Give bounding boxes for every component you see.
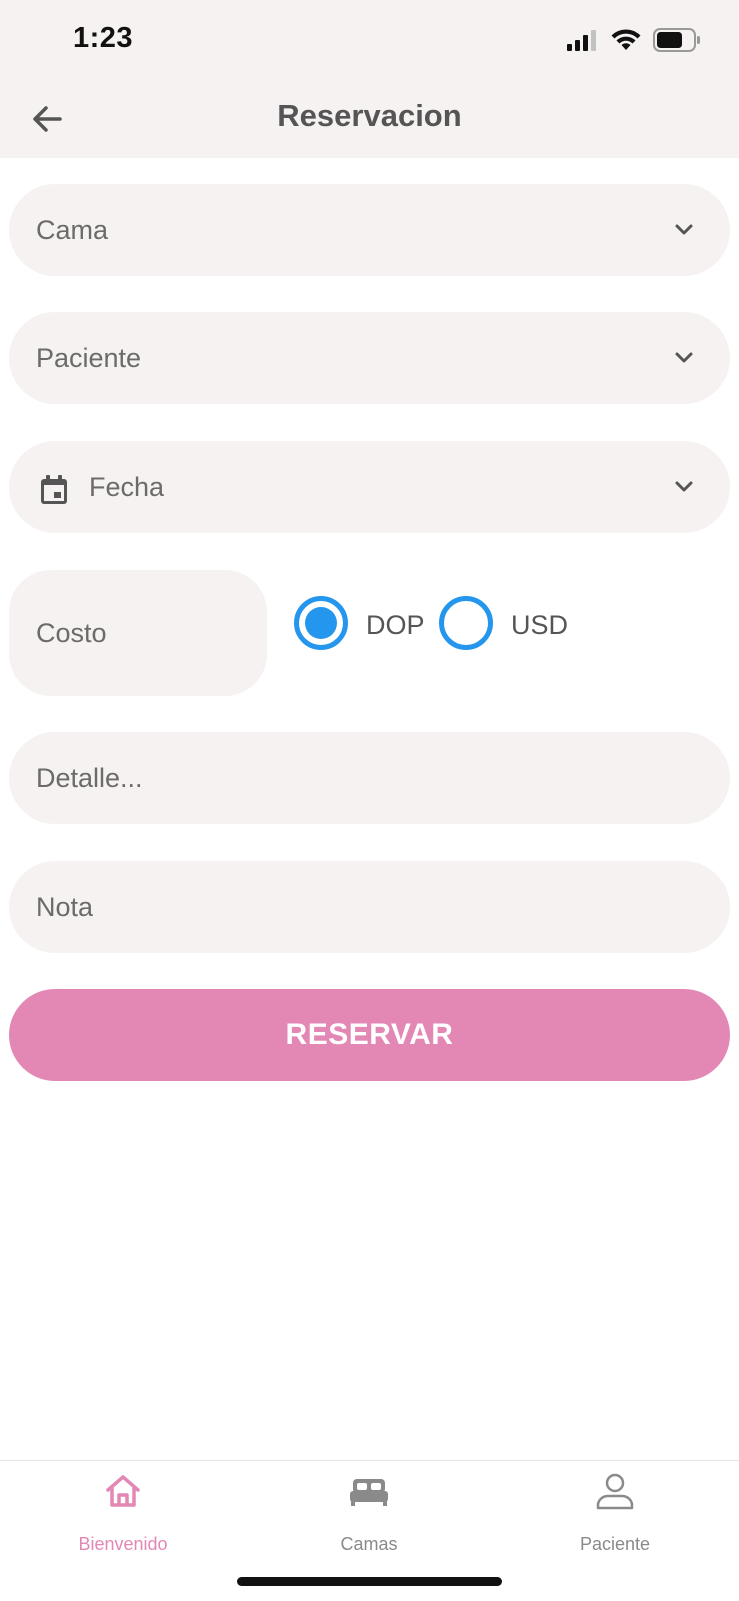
- bed-icon: [350, 1479, 388, 1506]
- status-time: 1:23: [73, 22, 134, 54]
- chevron-down-icon: [675, 352, 693, 363]
- cama-dropdown[interactable]: Cama: [9, 184, 730, 276]
- tab-camas-label: Camas: [340, 1534, 398, 1554]
- detalle-placeholder: Detalle...: [36, 763, 143, 793]
- nota-placeholder: Nota: [36, 892, 94, 922]
- status-icons: [567, 28, 701, 52]
- home-indicator[interactable]: [237, 1577, 502, 1586]
- person-icon: [596, 1473, 634, 1510]
- nota-input[interactable]: Nota: [9, 861, 730, 953]
- status-bar: 1:23: [0, 0, 739, 80]
- radio-dop-label[interactable]: DOP: [366, 610, 425, 641]
- wifi-icon: [611, 29, 641, 50]
- costo-input[interactable]: Costo: [9, 570, 267, 696]
- fecha-date-picker[interactable]: Fecha: [9, 441, 730, 533]
- reservar-button[interactable]: RESERVAR: [9, 989, 730, 1081]
- tab-paciente[interactable]: Paciente: [515, 1461, 715, 1561]
- radio-dop[interactable]: [294, 596, 348, 650]
- tab-bienvenido[interactable]: Bienvenido: [23, 1461, 223, 1561]
- fecha-label: Fecha: [89, 472, 165, 502]
- detalle-input[interactable]: Detalle...: [9, 732, 730, 824]
- paciente-dropdown[interactable]: Paciente: [9, 312, 730, 404]
- battery-icon: [653, 28, 700, 52]
- paciente-label: Paciente: [36, 343, 142, 373]
- radio-selected-dot: [305, 607, 337, 639]
- radio-usd[interactable]: [439, 596, 493, 650]
- cellular-signal-icon: [567, 30, 596, 51]
- calendar-icon: [41, 475, 67, 504]
- chevron-down-icon: [675, 481, 693, 492]
- costo-placeholder: Costo: [36, 618, 107, 648]
- tab-paciente-label: Paciente: [579, 1534, 651, 1554]
- app-header: Reservacion: [0, 80, 739, 158]
- home-icon: [106, 1475, 140, 1507]
- chevron-down-icon: [675, 224, 693, 235]
- tab-bienvenido-label: Bienvenido: [78, 1534, 168, 1554]
- radio-usd-label[interactable]: USD: [511, 610, 568, 641]
- page-title: Reservacion: [277, 98, 462, 133]
- tab-camas[interactable]: Camas: [269, 1461, 469, 1561]
- cama-label: Cama: [36, 215, 109, 245]
